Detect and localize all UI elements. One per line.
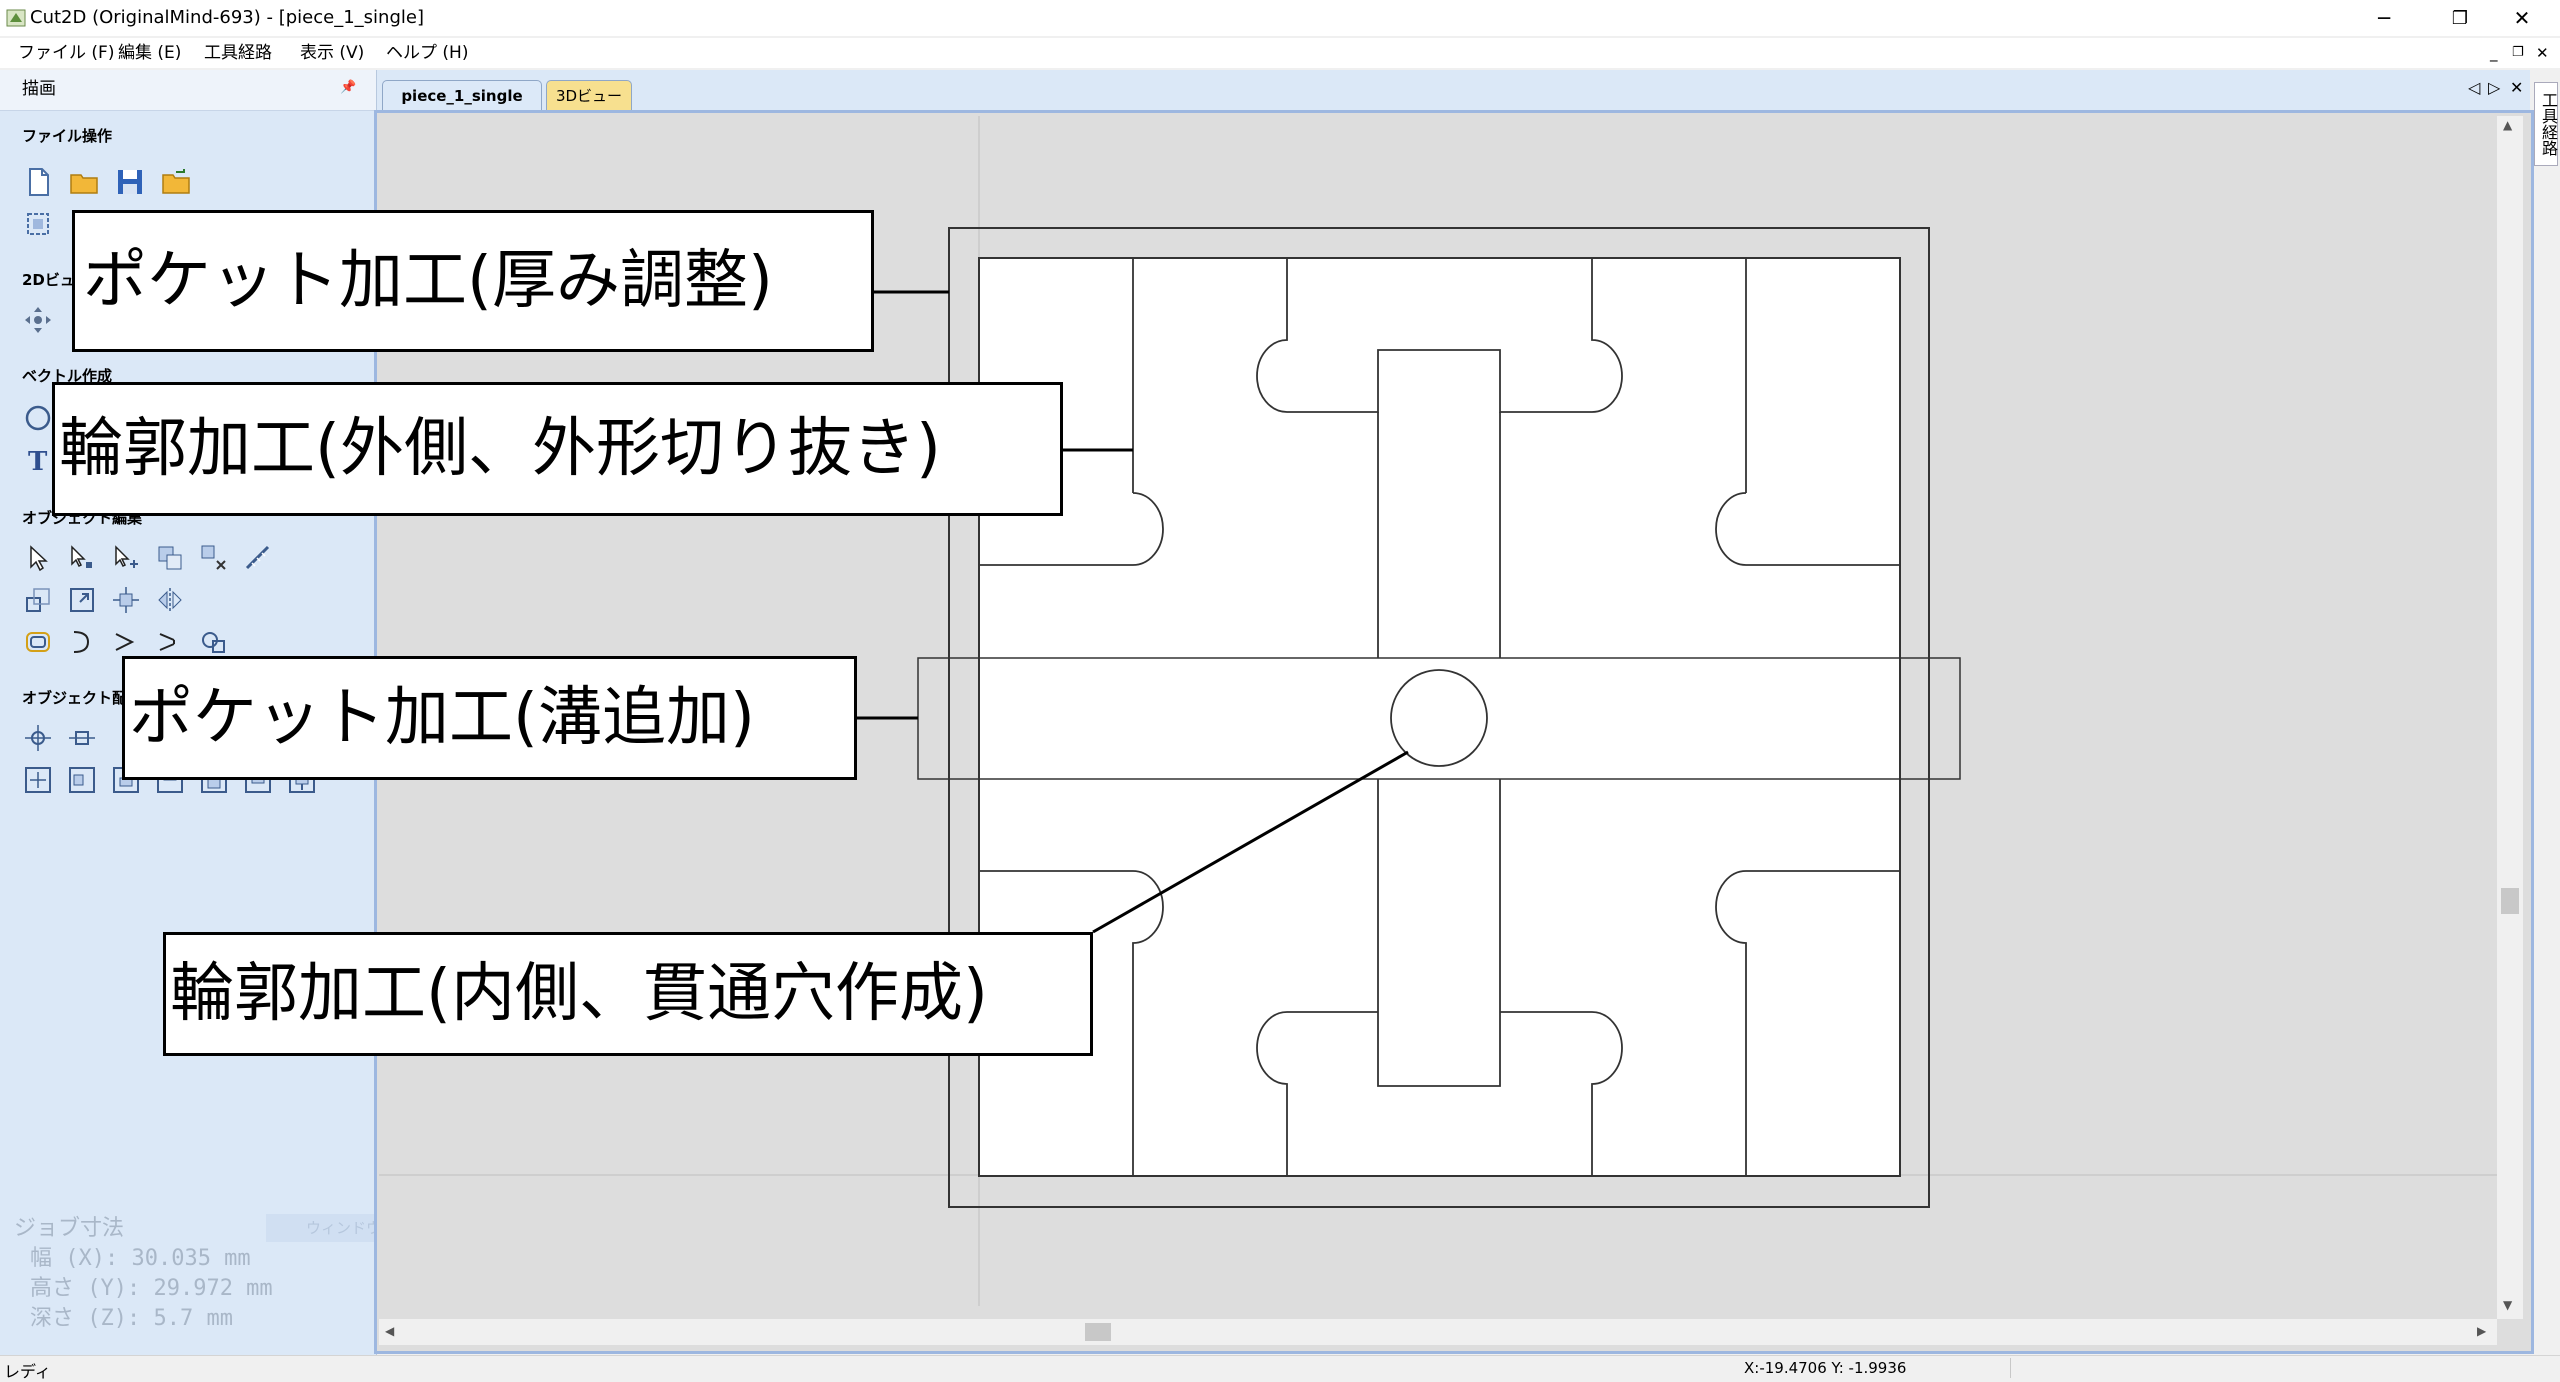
scroll-up-arrow[interactable]: ▲ — [2503, 118, 2512, 132]
save-icon[interactable] — [114, 166, 146, 198]
close-button[interactable]: ✕ — [2484, 0, 2560, 36]
weld-icon[interactable] — [198, 626, 230, 658]
extend-icon[interactable] — [154, 626, 186, 658]
section-2d-view: 2Dビュ — [22, 271, 75, 289]
circle-tool-icon[interactable] — [22, 402, 54, 434]
job-size-title: ジョブ寸法 — [14, 1216, 125, 1241]
align-horizontal-icon[interactable] — [66, 722, 98, 754]
mdi-close-button[interactable]: ✕ — [2536, 42, 2549, 64]
scroll-right-arrow[interactable]: ▶ — [2477, 1324, 2486, 1338]
job-height-value: 高さ (Y): 29.972 mm — [30, 1276, 273, 1301]
text-tool-icon[interactable]: T — [22, 444, 54, 476]
vertical-scroll-thumb[interactable] — [2501, 888, 2519, 914]
section-file-ops: ファイル操作 — [22, 127, 113, 145]
callout-inner-contour: 輪郭加工(内側、貫通穴作成) — [163, 932, 1093, 1056]
pin-icon[interactable]: 📌 — [340, 80, 356, 95]
job-depth-value: 深さ (Z): 5.7 mm — [30, 1306, 233, 1331]
section-object-layout: オブジェクト配 — [22, 689, 128, 707]
import-folder-icon[interactable] — [160, 166, 192, 198]
scroll-down-arrow[interactable]: ▼ — [2503, 1298, 2512, 1312]
callout-pocket-thickness: ポケット加工(厚み調整) — [72, 210, 874, 352]
callout-outer-contour: 輪郭加工(外側、外形切り抜き) — [52, 382, 1063, 516]
panel-header — [0, 70, 376, 111]
job-width-value: 幅 (X): 30.035 mm — [30, 1246, 251, 1271]
callout-pocket-groove: ポケット加工(溝追加) — [122, 656, 857, 780]
part-outline — [978, 257, 1901, 1177]
transform-icon[interactable] — [110, 542, 142, 574]
mirror-icon[interactable] — [154, 584, 186, 616]
offset-icon[interactable] — [22, 626, 54, 658]
app-icon — [6, 9, 26, 27]
mdi-restore-button[interactable]: ❐ — [2512, 42, 2524, 64]
trim-icon[interactable] — [110, 626, 142, 658]
job-setup-icon[interactable] — [22, 208, 54, 240]
mdi-minimize-button[interactable]: _ — [2490, 42, 2498, 64]
tab-next-button[interactable]: ▷ — [2488, 78, 2500, 97]
menu-toolpath[interactable]: 工具経路 — [204, 42, 272, 64]
align-box-icon[interactable] — [22, 764, 54, 796]
tab-piece-1-single[interactable]: piece_1_single — [382, 80, 542, 111]
cursor-coordinates: X:-19.4706 Y: -1.9936 — [1744, 1359, 1907, 1377]
right-side-strip — [2532, 70, 2560, 1355]
open-folder-icon[interactable] — [68, 166, 100, 198]
menu-help[interactable]: ヘルプ (H) — [386, 42, 468, 64]
align-left-icon[interactable] — [66, 764, 98, 796]
menu-bar: ファイル (F) 編集 (E) 工具経路 表示 (V) ヘルプ (H) _ ❐ … — [0, 38, 2560, 68]
tab-prev-button[interactable]: ◁ — [2468, 78, 2480, 97]
status-ready-text: レディ — [4, 1362, 51, 1381]
document-tab-strip — [377, 70, 2530, 110]
new-file-icon[interactable] — [22, 166, 54, 198]
horizontal-scrollbar[interactable]: ◀ ▶ — [379, 1319, 2497, 1345]
scroll-left-arrow[interactable]: ◀ — [385, 1324, 394, 1338]
ungroup-icon[interactable] — [198, 542, 230, 574]
group-icon[interactable] — [154, 542, 186, 574]
align-both-icon[interactable] — [22, 722, 54, 754]
node-edit-icon[interactable] — [66, 542, 98, 574]
toolpath-side-tab[interactable]: 工具経路 — [2534, 82, 2558, 166]
status-bar: レディ X:-19.4706 Y: -1.9936 — [0, 1355, 2560, 1381]
pan-icon[interactable] — [22, 304, 54, 336]
horizontal-scroll-thumb[interactable] — [1085, 1323, 1111, 1341]
window-title: Cut2D (OriginalMind-693) - [piece_1_sing… — [30, 7, 424, 28]
align-center-icon[interactable] — [110, 584, 142, 616]
status-divider — [2010, 1358, 2011, 1378]
fillet-icon[interactable] — [66, 626, 98, 658]
scale-icon[interactable] — [22, 584, 54, 616]
menu-file[interactable]: ファイル (F) — [18, 42, 114, 64]
menu-edit[interactable]: 編集 (E) — [118, 42, 181, 64]
resize-icon[interactable] — [66, 584, 98, 616]
panel-title: 描画 — [22, 79, 56, 99]
menu-view[interactable]: 表示 (V) — [300, 42, 364, 64]
svg-text:T: T — [28, 447, 48, 476]
measure-icon[interactable] — [242, 542, 274, 574]
tab-close-button[interactable]: ✕ — [2510, 78, 2523, 97]
tab-3d-view[interactable]: 3Dビュー — [546, 80, 632, 111]
minimize-button[interactable]: ─ — [2346, 0, 2422, 36]
vertical-scrollbar[interactable]: ▲ ▼ — [2497, 116, 2523, 1319]
select-tool-icon[interactable] — [22, 542, 54, 574]
